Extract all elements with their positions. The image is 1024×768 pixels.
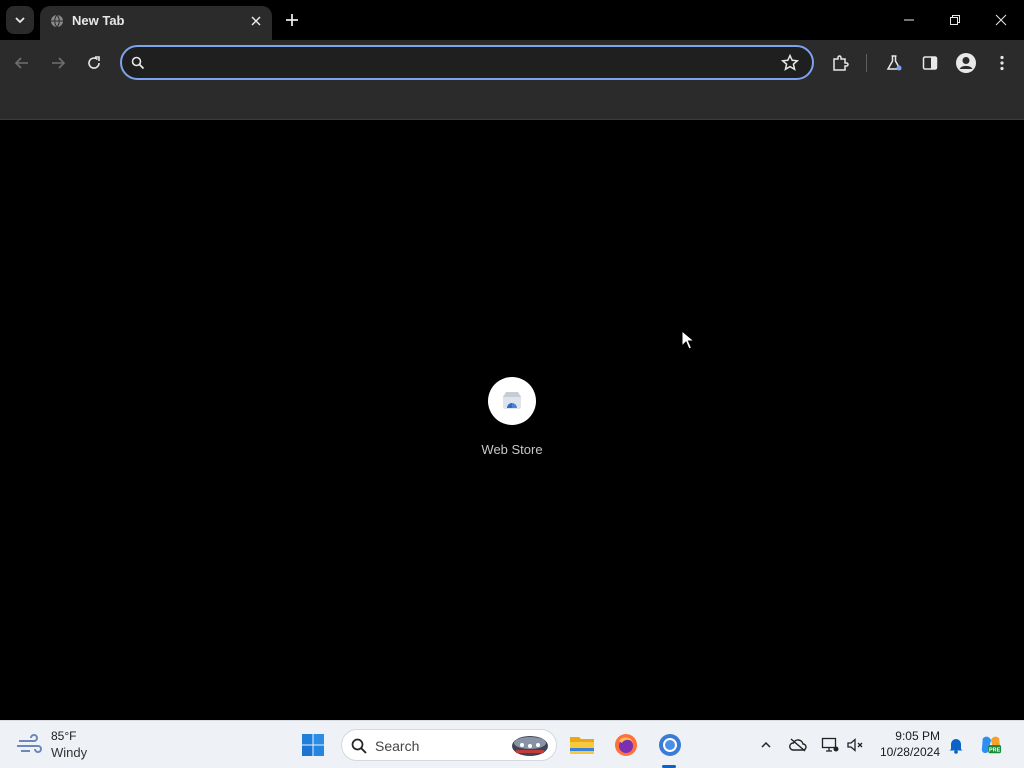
plus-icon	[286, 14, 298, 26]
star-icon[interactable]	[780, 53, 800, 73]
start-button[interactable]	[298, 730, 328, 760]
show-hidden-icons-button[interactable]	[755, 734, 777, 756]
clock-time: 9:05 PM	[895, 729, 940, 743]
wind-icon	[17, 734, 42, 753]
tab-title: New Tab	[72, 13, 125, 28]
chevron-up-icon	[761, 741, 771, 748]
weather-temperature: 85°F	[51, 729, 77, 743]
tray-network[interactable]	[819, 734, 841, 756]
back-button[interactable]	[10, 51, 34, 75]
address-bar[interactable]	[120, 45, 814, 80]
firefox-icon	[615, 734, 637, 756]
bookmarks-bar	[0, 86, 1024, 120]
side-panel-icon	[922, 56, 938, 70]
weather-condition: Windy	[51, 745, 88, 760]
arrow-right-icon	[52, 57, 66, 69]
shortcut-tile	[488, 377, 536, 425]
taskbar-firefox[interactable]	[611, 730, 641, 760]
tray-onedrive[interactable]	[787, 734, 809, 756]
mouse-cursor-icon	[681, 330, 695, 350]
side-panel-button[interactable]	[918, 51, 942, 75]
reload-icon	[88, 56, 100, 69]
new-tab-button[interactable]	[282, 10, 302, 30]
windows-logo-icon	[302, 734, 324, 756]
forward-button[interactable]	[46, 51, 70, 75]
network-icon	[821, 737, 839, 752]
kebab-menu-icon	[1000, 55, 1004, 71]
tab-new-tab[interactable]: New Tab	[40, 6, 272, 40]
toolbar-separator	[866, 54, 867, 72]
restore-icon	[950, 15, 960, 25]
search-highlight-icon	[512, 736, 548, 756]
shortcut-label: Web Store	[481, 442, 543, 457]
tab-close-button[interactable]	[248, 13, 264, 29]
chrome-icon	[659, 734, 681, 756]
address-input[interactable]	[154, 52, 774, 73]
title-bar: New Tab	[0, 0, 1024, 40]
reload-button[interactable]	[82, 51, 106, 75]
taskbar-chrome[interactable]	[655, 730, 685, 760]
new-tab-page: Web Store	[0, 121, 1024, 720]
toolbar	[0, 40, 1024, 86]
restore-button[interactable]	[943, 8, 967, 32]
copilot-icon: PRE	[981, 736, 1002, 753]
clock-date: 10/28/2024	[879, 745, 940, 759]
arrow-left-icon	[14, 57, 28, 69]
extensions-button[interactable]	[828, 51, 852, 75]
cloud-off-icon	[789, 738, 807, 752]
shortcut-web-store[interactable]: Web Store	[472, 376, 552, 466]
taskbar: 85°F Windy Search 9:05 PM 10/28/2024 PRE	[0, 720, 1024, 768]
svg-text:PRE: PRE	[989, 747, 1001, 753]
web-store-icon	[503, 392, 521, 409]
globe-icon	[51, 14, 63, 28]
tab-search-button[interactable]	[6, 6, 34, 34]
minimize-button[interactable]	[897, 8, 921, 32]
close-icon	[251, 16, 261, 26]
minimize-icon	[904, 19, 914, 21]
flask-icon	[886, 55, 902, 71]
taskbar-search[interactable]: Search	[341, 729, 557, 761]
close-icon	[995, 14, 1007, 26]
tray-copilot[interactable]: PRE	[980, 734, 1002, 756]
search-icon	[131, 56, 145, 70]
search-icon	[351, 738, 367, 754]
taskbar-file-explorer[interactable]	[567, 730, 597, 760]
close-window-button[interactable]	[989, 8, 1013, 32]
notifications-button[interactable]	[945, 734, 967, 756]
avatar-icon	[956, 53, 976, 73]
labs-button[interactable]	[882, 51, 906, 75]
puzzle-icon	[833, 55, 849, 71]
folder-icon	[570, 737, 594, 754]
chevron-down-icon	[15, 17, 25, 24]
bell-icon	[949, 739, 963, 754]
menu-button[interactable]	[990, 51, 1014, 75]
profile-button[interactable]	[954, 51, 978, 75]
search-label: Search	[375, 738, 420, 754]
